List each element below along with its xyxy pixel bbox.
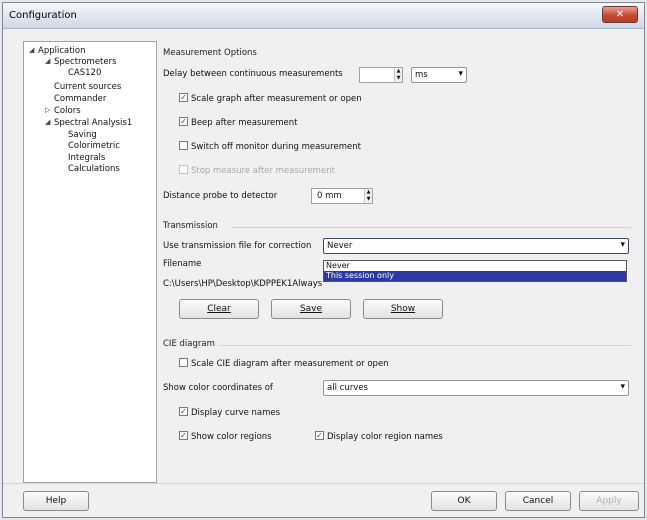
beep-checkbox[interactable]: ✓ Beep after measurement (179, 117, 298, 128)
dropdown-arrow-icon: ▾ (620, 382, 625, 392)
checkbox-box[interactable] (179, 358, 188, 367)
scale-graph-checkbox[interactable]: ✓ Scale graph after measurement or open (179, 93, 362, 104)
checkbox-box[interactable]: ✓ (315, 431, 324, 440)
checkbox-box[interactable]: ✓ (179, 93, 188, 102)
tree-item-calculations[interactable]: Calculations (68, 164, 120, 174)
show-coords-label: Show color coordinates of (163, 383, 273, 393)
window-title: Configuration (9, 10, 77, 21)
expanded-icon[interactable]: ◢ (29, 46, 34, 54)
clear-button[interactable]: Clear (179, 299, 259, 319)
show-color-regions-checkbox[interactable]: ✓ Show color regions (179, 431, 272, 442)
help-button[interactable]: Help (23, 491, 89, 511)
transmission-section-title: Transmission (163, 221, 218, 231)
show-coords-select[interactable]: all curves ▾ (323, 380, 629, 396)
disabled-option-checkbox: Stop measure after measurement (179, 165, 335, 176)
spin-arrows-icon[interactable]: ▲ ▼ (394, 68, 402, 82)
dropdown-arrow-icon: ▾ (620, 240, 625, 250)
apply-button: Apply (579, 491, 639, 511)
option-this-session-only[interactable]: This session only (324, 271, 626, 281)
show-button[interactable]: Show (363, 299, 443, 319)
tree-item-application[interactable]: ◢ Application (29, 46, 86, 56)
tree-item-colorimetric[interactable]: Colorimetric (68, 141, 120, 151)
use-file-select[interactable]: Never ▾ (323, 238, 629, 254)
display-region-names-checkbox[interactable]: ✓ Display color region names (315, 431, 443, 442)
close-button[interactable]: ✕ (602, 6, 638, 23)
tree-item-integrals[interactable]: Integrals (68, 153, 105, 163)
option-always[interactable]: Always (292, 279, 322, 289)
tree-item-colors[interactable]: ▷ Colors (45, 106, 81, 116)
configuration-window: Configuration ✕ ◢ Application ◢ Spectrom… (2, 2, 645, 518)
checkbox-box (179, 165, 188, 174)
cie-section-title: CIE diagram (163, 339, 215, 349)
tree-item-spectral-analysis[interactable]: ◢ Spectral Analysis1 (45, 118, 132, 128)
scale-cie-checkbox[interactable]: Scale CIE diagram after measurement or o… (179, 358, 389, 369)
option-never[interactable]: Never (324, 261, 626, 271)
filename-value: C:\Users\HP\Desktop\KDPPEK1Always (163, 279, 323, 289)
expanded-icon[interactable]: ◢ (45, 118, 50, 126)
checkbox-box[interactable] (179, 141, 188, 150)
use-file-dropdown-list[interactable]: Never This session only (323, 260, 627, 282)
tree-item-saving[interactable]: Saving (68, 130, 97, 140)
checkbox-box[interactable]: ✓ (179, 117, 188, 126)
settings-tree[interactable]: ◢ Application ◢ Spectrometers CAS120 Cur… (23, 41, 157, 483)
close-icon: ✕ (615, 9, 625, 20)
filename-label: Filename (163, 259, 202, 269)
spin-arrows-icon[interactable]: ▲ ▼ (364, 189, 372, 203)
save-button[interactable]: Save (271, 299, 351, 319)
expanded-icon[interactable]: ◢ (45, 57, 50, 65)
tree-item-current-sources[interactable]: Current sources (54, 82, 121, 92)
delay-unit-select[interactable]: ms ▾ (411, 67, 467, 83)
ok-button[interactable]: OK (431, 491, 497, 511)
switch-off-monitor-checkbox[interactable]: Switch off monitor during measurement (179, 141, 361, 152)
distance-label: Distance probe to detector (163, 191, 278, 201)
measurement-section-title: Measurement Options (163, 48, 257, 58)
cancel-button[interactable]: Cancel (505, 491, 571, 511)
dropdown-arrow-icon: ▾ (458, 69, 463, 79)
tree-item-commander[interactable]: Commander (54, 94, 106, 104)
delay-label: Delay between continuous measurements (163, 69, 343, 79)
distance-value: 0 mm (317, 191, 342, 201)
display-curve-names-checkbox[interactable]: ✓ Display curve names (179, 407, 280, 418)
divider (231, 227, 631, 228)
collapsed-icon[interactable]: ▷ (45, 106, 50, 114)
checkbox-box[interactable]: ✓ (179, 407, 188, 416)
title-bar: Configuration ✕ (3, 3, 644, 29)
tree-item-cas120[interactable]: CAS120 (68, 68, 101, 78)
divider (3, 483, 644, 484)
delay-stepper[interactable]: ▲ ▼ (359, 67, 403, 83)
tree-item-spectrometers[interactable]: ◢ Spectrometers (45, 57, 117, 67)
checkbox-box[interactable]: ✓ (179, 431, 188, 440)
settings-panel: Measurement Options Delay between contin… (161, 41, 637, 483)
use-file-label: Use transmission file for correction (163, 241, 312, 251)
divider (219, 345, 631, 346)
distance-stepper[interactable]: 0 mm ▲ ▼ (311, 188, 373, 204)
